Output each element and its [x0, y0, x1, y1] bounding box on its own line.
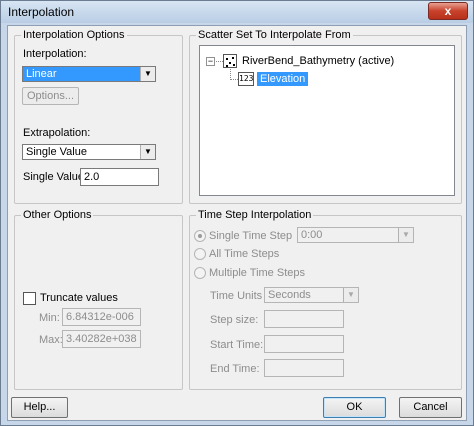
single-time-step-radio[interactable]: [194, 230, 206, 242]
interpolation-select-value: Linear: [26, 68, 57, 80]
step-size-input[interactable]: [264, 310, 344, 328]
window-title: Interpolation: [8, 5, 75, 19]
start-time-input[interactable]: [264, 335, 344, 353]
min-input[interactable]: 6.84312e-006: [62, 308, 141, 326]
cancel-button[interactable]: Cancel: [399, 397, 462, 418]
scatter-set-legend: Scatter Set To Interpolate From: [198, 29, 351, 41]
scatter-set-tree[interactable]: − RiverBend_Bathymetry (active) 123 Elev…: [199, 45, 455, 196]
max-label: Max:: [39, 334, 63, 346]
interpolation-select[interactable]: Linear ▼: [22, 66, 156, 82]
scatter-set-icon: [223, 54, 237, 68]
tree-item-elevation[interactable]: Elevation: [257, 72, 309, 86]
time-units-value: Seconds: [268, 289, 311, 301]
options-button[interactable]: Options...: [22, 87, 79, 105]
min-label: Min:: [39, 312, 60, 324]
single-time-step-select[interactable]: 0:00 ▼: [297, 227, 414, 243]
end-time-label: End Time:: [210, 363, 260, 375]
start-time-label: Start Time:: [210, 339, 264, 351]
interpolation-options-legend: Interpolation Options: [23, 29, 125, 41]
time-step-legend: Time Step Interpolation: [198, 209, 312, 221]
end-time-input[interactable]: [264, 359, 344, 377]
truncate-values-label: Truncate values: [40, 292, 118, 304]
extrapolation-select[interactable]: Single Value ▼: [22, 144, 156, 160]
all-time-steps-label: All Time Steps: [209, 248, 280, 260]
truncate-values-checkbox[interactable]: [23, 292, 36, 305]
chevron-down-icon: ▼: [140, 145, 155, 159]
single-value-input[interactable]: 2.0: [80, 168, 159, 186]
chevron-down-icon: ▼: [343, 288, 358, 302]
title-bar[interactable]: Interpolation x: [1, 1, 473, 23]
time-units-select[interactable]: Seconds ▼: [264, 287, 359, 303]
multiple-time-steps-label: Multiple Time Steps: [209, 267, 305, 279]
single-time-step-value: 0:00: [301, 229, 323, 241]
close-button[interactable]: x: [428, 2, 468, 20]
tree-connector: [230, 79, 238, 80]
dialog-client-area: Interpolation Options Interpolation: Lin…: [7, 25, 467, 421]
ok-button[interactable]: OK: [323, 397, 386, 418]
tree-connector: [216, 61, 223, 62]
single-value-label: Single Value:: [23, 171, 88, 183]
close-icon: x: [444, 4, 452, 18]
extrapolation-label: Extrapolation:: [23, 127, 91, 139]
dataset-123-icon: 123: [238, 72, 254, 86]
tree-item-riverbend[interactable]: RiverBend_Bathymetry (active): [242, 55, 394, 67]
extrapolation-select-value: Single Value: [26, 146, 87, 158]
interpolation-dialog: Interpolation x Interpolation Options In…: [0, 0, 474, 426]
collapse-icon[interactable]: −: [206, 57, 215, 66]
interpolation-label: Interpolation:: [23, 48, 87, 60]
time-units-label: Time Units: [210, 290, 263, 302]
multiple-time-steps-radio[interactable]: [194, 267, 206, 279]
step-size-label: Step size:: [210, 314, 259, 326]
chevron-down-icon: ▼: [398, 228, 413, 242]
max-input[interactable]: 3.40282e+038: [62, 330, 141, 348]
all-time-steps-radio[interactable]: [194, 248, 206, 260]
help-button[interactable]: Help...: [11, 397, 68, 418]
other-options-legend: Other Options: [23, 209, 92, 221]
single-time-step-label: Single Time Step: [209, 230, 293, 242]
chevron-down-icon: ▼: [140, 67, 155, 81]
